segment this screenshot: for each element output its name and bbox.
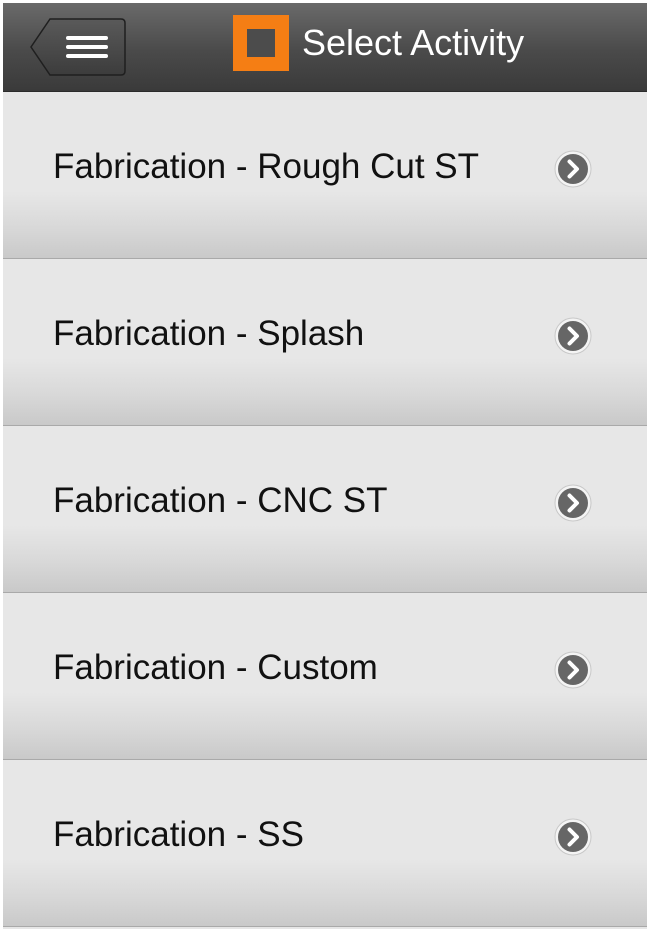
hamburger-menu-icon (30, 18, 126, 76)
activity-list: Fabrication - Rough Cut ST Fabrication -… (3, 92, 647, 927)
chevron-right-icon (554, 484, 592, 522)
app-frame: Select Activity Fabrication - Rough Cut … (3, 3, 647, 929)
activity-item-cnc-st[interactable]: Fabrication - CNC ST (3, 426, 647, 593)
chevron-right-icon (554, 651, 592, 689)
app-logo-icon (233, 15, 289, 71)
activity-item-splash[interactable]: Fabrication - Splash (3, 259, 647, 426)
activity-label: Fabrication - CNC ST (53, 481, 388, 520)
chevron-right-icon (554, 317, 592, 355)
activity-item-ss[interactable]: Fabrication - SS (3, 760, 647, 927)
activity-label: Fabrication - SS (53, 815, 304, 854)
chevron-right-icon (554, 818, 592, 856)
activity-label: Fabrication - Custom (53, 648, 378, 687)
activity-item-custom[interactable]: Fabrication - Custom (3, 593, 647, 760)
page-title: Select Activity (302, 22, 525, 63)
activity-item-rough-cut-st[interactable]: Fabrication - Rough Cut ST (3, 92, 647, 259)
menu-back-button[interactable] (30, 18, 126, 76)
activity-label: Fabrication - Rough Cut ST (53, 147, 480, 186)
title-group: Select Activity (233, 15, 524, 71)
activity-label: Fabrication - Splash (53, 314, 365, 353)
chevron-right-icon (554, 150, 592, 188)
header-bar: Select Activity (3, 3, 647, 92)
